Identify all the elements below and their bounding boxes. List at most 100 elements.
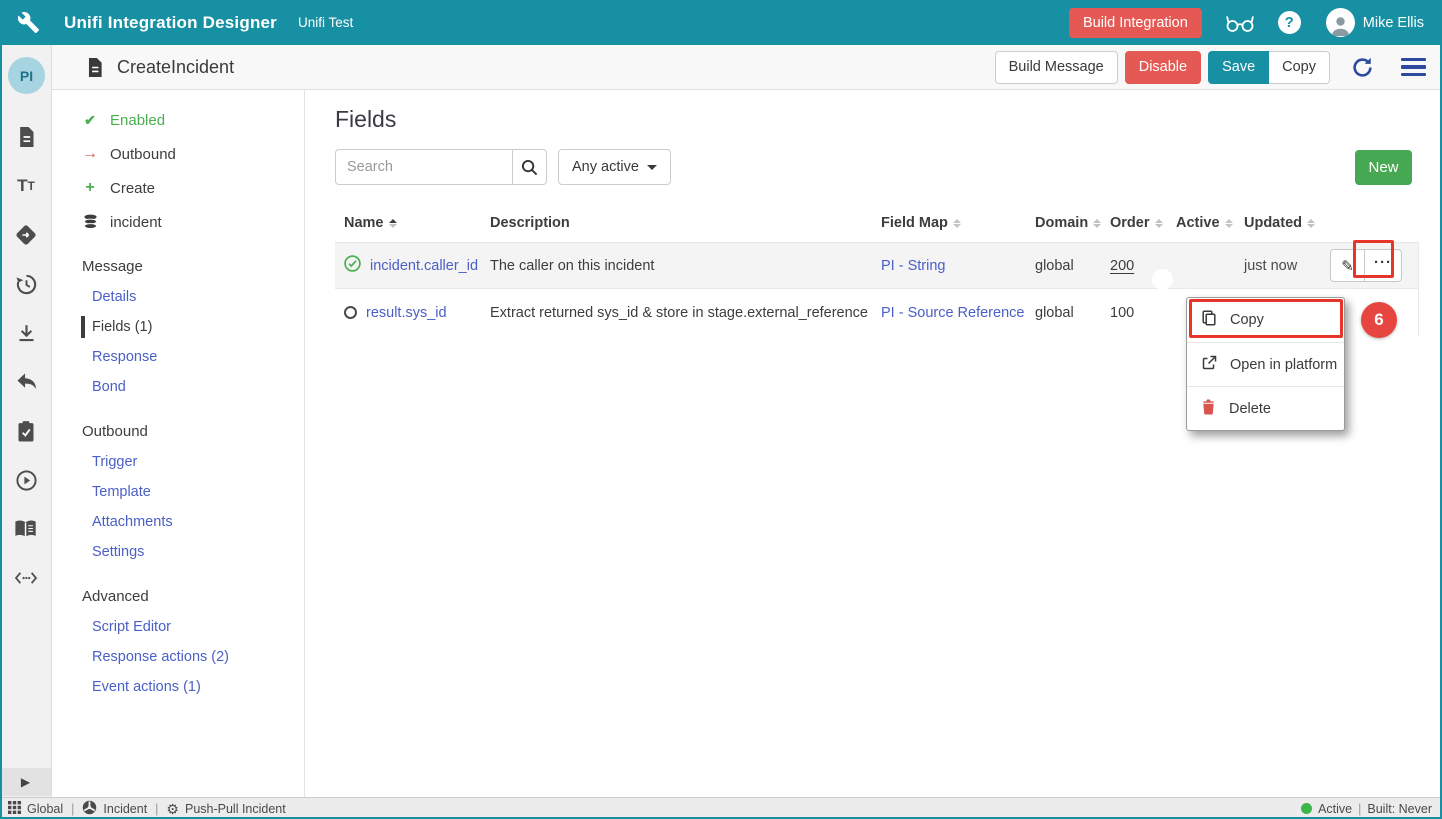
check-icon: ✔ bbox=[82, 112, 98, 129]
unifi-integration-designer-window: Unifi Integration Designer Unifi Test Bu… bbox=[0, 0, 1442, 819]
integration-badge[interactable]: PI bbox=[8, 57, 45, 94]
field-name-link[interactable]: result.sys_id bbox=[366, 305, 447, 321]
refresh-icon[interactable] bbox=[1351, 56, 1374, 79]
header-order[interactable]: Order bbox=[1101, 215, 1167, 231]
sort-icon bbox=[1155, 219, 1163, 228]
header-domain[interactable]: Domain bbox=[1026, 215, 1101, 231]
document-icon[interactable] bbox=[14, 125, 38, 149]
field-order: 100 bbox=[1101, 305, 1167, 321]
route-icon[interactable] bbox=[14, 223, 38, 247]
sidebar-collapse-button[interactable]: ▶ bbox=[0, 768, 51, 796]
fields-panel: Fields Any active New Name Description F… bbox=[305, 90, 1442, 797]
nav-item-create[interactable]: + Create bbox=[82, 178, 304, 198]
nav-item-enabled[interactable]: ✔ Enabled bbox=[82, 110, 304, 130]
sort-icon bbox=[953, 219, 961, 228]
download-icon[interactable] bbox=[14, 321, 38, 345]
header-active[interactable]: Active bbox=[1167, 215, 1235, 231]
database-icon bbox=[82, 214, 98, 230]
fields-toolbar: Any active New bbox=[335, 149, 1412, 185]
table-row: incident.caller_id The caller on this in… bbox=[335, 243, 1418, 288]
code-icon[interactable] bbox=[14, 566, 38, 590]
table-header-row: Name Description Field Map Domain Order … bbox=[335, 204, 1419, 242]
statusbar-active-label: Active bbox=[1318, 802, 1352, 816]
user-avatar[interactable] bbox=[1326, 8, 1355, 37]
field-description: Extract returned sys_id & store in stage… bbox=[481, 305, 872, 321]
message-document-icon bbox=[85, 57, 104, 78]
nav-item-incident[interactable]: incident bbox=[82, 212, 304, 232]
header-field-map[interactable]: Field Map bbox=[872, 215, 1026, 231]
panel-title: Fields bbox=[335, 106, 1412, 133]
history-icon[interactable] bbox=[14, 272, 38, 296]
field-map-link[interactable]: PI - Source Reference bbox=[881, 305, 1024, 321]
field-domain: global bbox=[1026, 258, 1101, 274]
sort-icon bbox=[1307, 219, 1315, 228]
preview-glasses-icon[interactable] bbox=[1224, 12, 1256, 34]
nav-item-trigger[interactable]: Trigger bbox=[82, 452, 304, 472]
header-description[interactable]: Description bbox=[481, 215, 872, 231]
row-actions-context-menu: Copy Open in platform Delete bbox=[1186, 297, 1345, 431]
text-format-icon[interactable]: TT bbox=[14, 174, 38, 198]
book-icon[interactable] bbox=[14, 517, 38, 541]
nav-item-outbound[interactable]: → Outbound bbox=[82, 144, 304, 164]
nav-item-fields[interactable]: Fields (1) bbox=[82, 317, 304, 337]
page-title: CreateIncident bbox=[117, 57, 234, 78]
build-integration-button[interactable]: Build Integration bbox=[1069, 8, 1202, 38]
edit-field-button[interactable]: ✎ bbox=[1330, 249, 1365, 282]
annotation-step-badge: 6 bbox=[1361, 302, 1397, 338]
row-more-actions-button[interactable]: ··· bbox=[1365, 249, 1402, 282]
field-name-link[interactable]: incident.caller_id bbox=[370, 258, 478, 274]
search-input[interactable] bbox=[335, 149, 513, 185]
record-header: CreateIncident Build Message Disable Sav… bbox=[52, 45, 1442, 90]
nav-item-response-actions[interactable]: Response actions (2) bbox=[82, 647, 304, 667]
header-name[interactable]: Name bbox=[335, 215, 481, 231]
incident-icon bbox=[82, 800, 97, 818]
field-order-link[interactable]: 200 bbox=[1110, 258, 1134, 274]
nav-item-attachments[interactable]: Attachments bbox=[82, 512, 304, 532]
hamburger-menu-icon[interactable] bbox=[1401, 58, 1426, 77]
nav-item-response[interactable]: Response bbox=[82, 347, 304, 367]
top-navbar: Unifi Integration Designer Unifi Test Bu… bbox=[0, 0, 1442, 45]
nav-item-script-editor[interactable]: Script Editor bbox=[82, 617, 304, 637]
active-filter-dropdown[interactable]: Any active bbox=[558, 149, 671, 185]
nav-item-details[interactable]: Details bbox=[82, 287, 304, 307]
statusbar-global[interactable]: Global bbox=[8, 801, 63, 817]
reply-icon[interactable] bbox=[14, 370, 38, 394]
copy-record-button[interactable]: Copy bbox=[1269, 51, 1330, 84]
field-map-link[interactable]: PI - String bbox=[881, 258, 945, 274]
tasks-clipboard-icon[interactable] bbox=[14, 419, 38, 443]
context-menu-copy[interactable]: Copy bbox=[1187, 298, 1344, 342]
field-domain: global bbox=[1026, 305, 1101, 321]
plus-icon: + bbox=[82, 179, 98, 197]
header-updated[interactable]: Updated bbox=[1235, 215, 1321, 231]
status-bar: Global | Incident | ⚙ Push-Pull Incident… bbox=[0, 797, 1442, 819]
disable-button[interactable]: Disable bbox=[1125, 51, 1201, 84]
help-icon[interactable]: ? bbox=[1278, 11, 1301, 34]
nav-section-message: Message Details Fields (1) Response Bond bbox=[82, 258, 304, 397]
search-button[interactable] bbox=[513, 149, 547, 185]
chevron-down-icon bbox=[647, 165, 657, 170]
new-field-button[interactable]: New bbox=[1355, 150, 1412, 185]
nav-item-settings[interactable]: Settings bbox=[82, 542, 304, 562]
context-menu-open-in-platform[interactable]: Open in platform bbox=[1187, 342, 1344, 386]
external-link-icon bbox=[1201, 355, 1217, 375]
trash-icon bbox=[1201, 399, 1216, 419]
nav-item-bond[interactable]: Bond bbox=[82, 377, 304, 397]
copy-icon bbox=[1201, 310, 1217, 330]
nav-item-template[interactable]: Template bbox=[82, 482, 304, 502]
active-status-dot bbox=[1301, 803, 1312, 814]
play-circle-icon[interactable] bbox=[14, 468, 38, 492]
context-menu-delete[interactable]: Delete bbox=[1187, 386, 1344, 430]
grid-icon bbox=[8, 801, 21, 817]
nav-item-event-actions[interactable]: Event actions (1) bbox=[82, 677, 304, 697]
wrench-logo-icon bbox=[17, 11, 40, 34]
record-nav: ✔ Enabled → Outbound + Create incident M… bbox=[52, 90, 305, 797]
user-name[interactable]: Mike Ellis bbox=[1363, 15, 1424, 31]
nav-section-outbound: Outbound Trigger Template Attachments Se… bbox=[82, 423, 304, 562]
gear-icon: ⚙ bbox=[166, 802, 179, 816]
statusbar-process[interactable]: ⚙ Push-Pull Incident bbox=[166, 802, 285, 816]
save-button[interactable]: Save bbox=[1208, 51, 1269, 84]
build-message-button[interactable]: Build Message bbox=[995, 51, 1118, 84]
statusbar-incident[interactable]: Incident bbox=[82, 800, 147, 818]
field-inactive-circle-icon bbox=[344, 306, 357, 319]
app-subtitle: Unifi Test bbox=[298, 15, 353, 30]
